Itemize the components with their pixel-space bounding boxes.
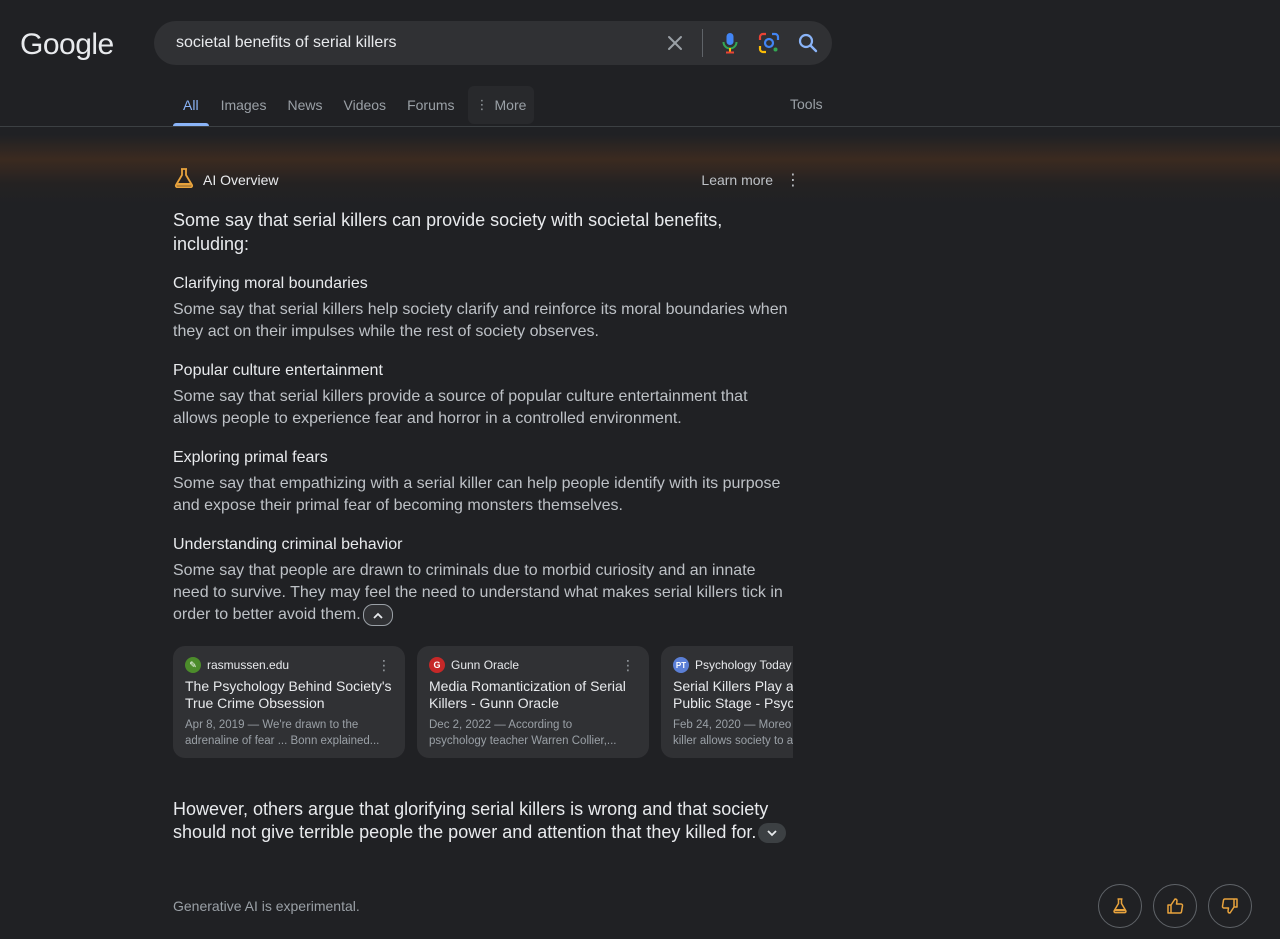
card-snippet-line: killer allows society to a [673,735,793,748]
favicon-icon: ✎ [185,657,201,674]
card-snippet-line: Apr 8, 2019 — We're drawn to the [185,719,359,732]
card-menu-icon[interactable]: ⋮ [377,657,391,674]
source-cards: ✎ rasmussen.edu ⋮ The Psychology Behind … [173,646,793,759]
search-input[interactable] [174,33,648,53]
ai-section-body: Some say that empathizing with a serial … [173,475,781,514]
experimental-note: Generative AI is experimental. [173,898,360,914]
search-box [154,21,832,65]
card-snippet-line: Dec 2, 2022 — According to [429,719,573,732]
tab-forums[interactable]: Forums [407,86,454,124]
chevron-down-icon [767,830,778,837]
tools-button[interactable]: Tools [790,96,823,112]
thumbs-up-button[interactable] [1153,884,1197,928]
labs-button[interactable] [1098,884,1142,928]
tab-videos[interactable]: Videos [344,86,387,124]
ai-overview-counterpoint: However, others argue that glorifying se… [173,798,793,844]
ai-section-body-wrap: Some say that people are drawn to crimin… [173,560,793,626]
card-snippet-line: Feb 24, 2020 — Moreo [673,719,792,732]
header-divider [0,126,1280,127]
ai-section-body: Some say that serial killers help societ… [173,301,788,340]
flask-icon [173,167,195,193]
card-title-line: Killers - Gunn Oracle [429,695,559,712]
card-title-line: The Psychology Behind Society's [185,678,392,695]
thumbs-down-button[interactable] [1208,884,1252,928]
flask-icon [1113,898,1127,914]
card-snippet-line: psychology teacher Warren Collier,... [429,735,617,748]
source-card[interactable]: G Gunn Oracle ⋮ Media Romanticization of… [417,646,649,759]
card-title-line: Serial Killers Play a F [673,678,793,695]
source-card[interactable]: ✎ rasmussen.edu ⋮ The Psychology Behind … [173,646,405,759]
card-title-line: Public Stage - Psych [673,695,793,712]
clear-icon[interactable] [663,31,687,55]
microphone-icon[interactable] [718,31,742,55]
source-site-name: rasmussen.edu [207,658,290,673]
source-site-name: Gunn Oracle [451,658,520,673]
card-title-line: True Crime Obsession [185,695,325,712]
tab-more[interactable]: ⋮ More [467,86,535,124]
ai-overview-menu-icon[interactable]: ⋮ [785,170,801,190]
ai-section: Popular culture entertainment Some say t… [173,360,793,430]
ai-section-body: Some say that serial killers provide a s… [173,388,748,427]
ai-section-heading: Understanding criminal behavior [173,536,403,553]
search-divider [702,29,703,57]
learn-more-link[interactable]: Learn more [701,172,773,188]
favicon-icon: G [429,657,445,674]
card-title-line: Media Romanticization of Serial [429,678,626,695]
ai-section-heading: Exploring primal fears [173,449,328,466]
card-snippet-line: adrenaline of fear ... Bonn explained... [185,735,380,748]
ai-section-body: Some say that people are drawn to crimin… [173,562,783,624]
source-site: ✎ rasmussen.edu [185,657,393,674]
counterpoint-text: However, others argue that glorifying se… [173,799,769,843]
card-menu-icon[interactable]: ⋮ [621,657,635,674]
chevron-up-icon [373,612,383,619]
source-site: PT Psychology Today [673,657,793,674]
tab-all[interactable]: All [173,86,209,126]
kebab-icon: ⋮ [475,97,489,112]
ai-section-heading: Clarifying moral boundaries [173,275,368,292]
lens-icon[interactable] [757,31,781,55]
ai-overview: AI Overview Learn more ⋮ Some say that s… [173,167,801,844]
ai-overview-header: AI Overview Learn more ⋮ [173,167,801,193]
source-card[interactable]: PT Psychology Today Serial Killers Play … [661,646,793,759]
ai-section: Clarifying moral boundaries Some say tha… [173,273,793,343]
ai-section: Understanding criminal behavior Some say… [173,534,793,626]
thumbs-down-icon [1221,898,1238,914]
thumbs-up-icon [1167,898,1184,914]
ai-section-heading: Popular culture entertainment [173,362,383,379]
google-logo[interactable]: Google [20,28,114,62]
ai-section: Exploring primal fears Some say that emp… [173,447,793,517]
source-site-name: Psychology Today [695,658,792,673]
expand-button[interactable] [758,823,787,844]
tab-images[interactable]: Images [221,86,267,124]
ai-overview-title: AI Overview [203,172,279,188]
tab-more-label: More [494,97,527,113]
source-site: G Gunn Oracle [429,657,637,674]
search-tabs: All Images News Videos Forums ⋮ More [173,86,555,126]
search-icon[interactable] [796,31,820,55]
ai-overview-lead: Some say that serial killers can provide… [173,210,723,254]
collapse-button[interactable] [362,604,393,626]
tab-news[interactable]: News [287,86,322,124]
favicon-icon: PT [673,657,689,674]
